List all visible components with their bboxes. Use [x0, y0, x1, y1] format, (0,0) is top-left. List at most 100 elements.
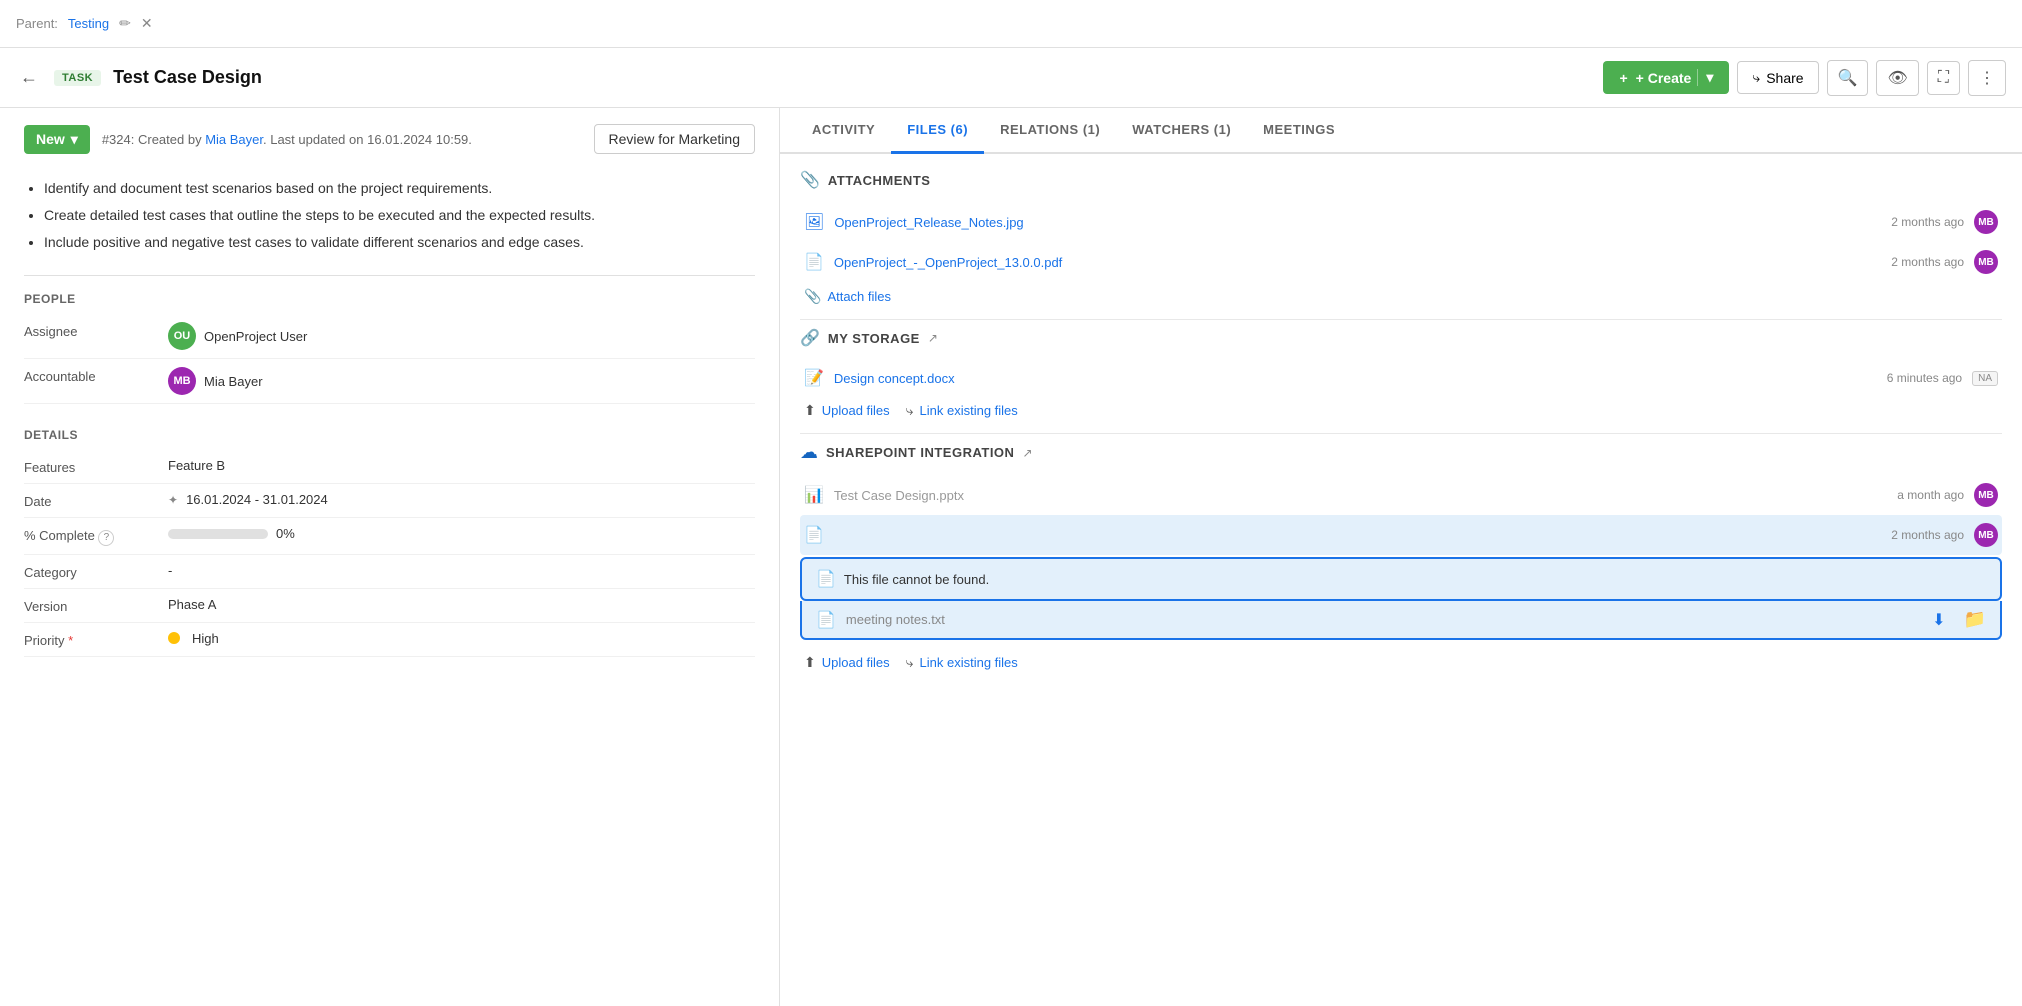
- my-storage-section: 🔗 MY STORAGE ↗ 📝 Design concept.docx 6 m…: [800, 328, 2002, 425]
- task-label: TASK: [54, 70, 101, 86]
- link-existing-icon: ⤷: [906, 402, 914, 419]
- share-button[interactable]: ⤷ Share: [1737, 61, 1818, 94]
- my-storage-ext-link-icon[interactable]: ↗: [928, 331, 938, 345]
- attachments-title: ATTACHMENTS: [828, 173, 931, 188]
- my-storage-upload-label: Upload files: [822, 403, 890, 418]
- sp-link-icon: ⤷: [906, 654, 914, 671]
- folder-open-icon[interactable]: 📁: [1964, 609, 1986, 630]
- my-storage-link-button[interactable]: ⤷ Link existing files: [906, 402, 1018, 419]
- my-storage-actions: ⬆ Upload files ⤷ Link existing files: [800, 396, 2002, 425]
- details-section-title: DETAILS: [24, 412, 755, 450]
- features-row: Features Feature B: [24, 450, 755, 484]
- activity-icon-button[interactable]: 🔍: [1827, 60, 1869, 96]
- create-button[interactable]: + + Create ▾: [1603, 61, 1729, 94]
- attachment-1-name[interactable]: OpenProject_Release_Notes.jpg: [834, 215, 1881, 230]
- date-row: Date ✦ 16.01.2024 - 31.01.2024: [24, 484, 755, 518]
- my-storage-header: 🔗 MY STORAGE ↗: [800, 328, 2002, 348]
- sharepoint-upload-button[interactable]: ⬆ Upload files: [804, 654, 890, 671]
- close-icon[interactable]: ✕: [141, 15, 153, 32]
- accountable-value: MB Mia Bayer: [168, 367, 755, 395]
- accountable-row: Accountable MB Mia Bayer: [24, 359, 755, 404]
- top-bar: Parent: Testing ✏ ✕: [0, 0, 2022, 48]
- date-value: ✦ 16.01.2024 - 31.01.2024: [168, 492, 755, 507]
- tab-watchers[interactable]: WATCHERS (1): [1116, 108, 1247, 154]
- author-link[interactable]: Mia Bayer: [205, 132, 263, 147]
- sharepoint-actions: ⬆ Upload files ⤷ Link existing files: [800, 648, 2002, 677]
- sharepoint-link-label: Link existing files: [920, 655, 1018, 670]
- status-dropdown-icon: ▾: [71, 131, 78, 148]
- status-badge[interactable]: New ▾: [24, 125, 90, 154]
- pdf-file-icon: 📄: [804, 252, 824, 272]
- divider-1: [800, 319, 2002, 320]
- task-title: Test Case Design: [113, 67, 1591, 88]
- task-description: Identify and document test scenarios bas…: [24, 170, 755, 276]
- expand-icon-button[interactable]: ⛶: [1927, 61, 1960, 95]
- assignee-name: OpenProject User: [204, 329, 307, 344]
- download-icon[interactable]: ⬇: [1932, 610, 1945, 630]
- accountable-avatar: MB: [168, 367, 196, 395]
- my-storage-title: MY STORAGE: [828, 331, 920, 346]
- category-row: Category -: [24, 555, 755, 589]
- tab-files[interactable]: FILES (6): [891, 108, 984, 154]
- version-row: Version Phase A: [24, 589, 755, 623]
- attachment-file-2: 📄 OpenProject_-_OpenProject_13.0.0.pdf 2…: [800, 242, 2002, 282]
- sp-upload-icon: ⬆: [804, 654, 816, 671]
- attachment-2-time: 2 months ago: [1891, 255, 1964, 269]
- tab-relations[interactable]: RELATIONS (1): [984, 108, 1116, 154]
- doc-file-icon: 📝: [804, 368, 824, 388]
- sharepoint-ext-link-icon[interactable]: ↗: [1022, 446, 1032, 460]
- sharepoint-file-1-avatar: MB: [1974, 483, 1998, 507]
- txt-file-icon: 📄: [816, 610, 836, 630]
- back-button[interactable]: ←: [16, 63, 42, 92]
- features-value: Feature B: [168, 458, 755, 473]
- cloud-icon: ☁: [800, 442, 818, 463]
- create-dropdown-icon[interactable]: ▾: [1697, 69, 1713, 86]
- description-item-2: Create detailed test cases that outline …: [44, 205, 755, 226]
- error-tooltip-message: This file cannot be found.: [844, 572, 989, 587]
- task-meta: #324: Created by Mia Bayer. Last updated…: [102, 132, 582, 147]
- pptx-file-icon-1: 📊: [804, 485, 824, 505]
- complete-value: 0%: [168, 526, 755, 541]
- parent-link[interactable]: Testing: [68, 16, 109, 31]
- date-icon: ✦: [168, 493, 178, 507]
- review-button[interactable]: Review for Marketing: [594, 124, 756, 154]
- complete-label: % Complete ?: [24, 526, 144, 546]
- error-tooltip: 📄 This file cannot be found.: [800, 557, 2002, 601]
- sharepoint-file-3: 📄 meeting notes.txt ⬇ 📁: [800, 601, 2002, 640]
- attachment-file-1: 🖼 OpenProject_Release_Notes.jpg 2 months…: [800, 202, 2002, 242]
- assignee-row: Assignee OU OpenProject User: [24, 314, 755, 359]
- attachment-1-avatar: MB: [1974, 210, 1998, 234]
- tab-meetings[interactable]: MEETINGS: [1247, 108, 1351, 154]
- attachment-1-time: 2 months ago: [1891, 215, 1964, 229]
- sharepoint-file-3-name[interactable]: meeting notes.txt: [846, 612, 1912, 627]
- attachment-2-name[interactable]: OpenProject_-_OpenProject_13.0.0.pdf: [834, 255, 1881, 270]
- my-storage-file-1-time: 6 minutes ago: [1887, 371, 1962, 385]
- share-label: Share: [1766, 70, 1803, 86]
- status-label: New: [36, 131, 65, 147]
- priority-label: Priority *: [24, 631, 144, 648]
- files-content: 📎 ATTACHMENTS 🖼 OpenProject_Release_Note…: [780, 154, 2022, 693]
- sharepoint-error-row: 📄 2 months ago MB: [800, 515, 2002, 555]
- sharepoint-upload-label: Upload files: [822, 655, 890, 670]
- sharepoint-link-button[interactable]: ⤷ Link existing files: [906, 654, 1018, 671]
- more-options-button[interactable]: ⋮: [1968, 60, 2006, 96]
- left-panel: New ▾ #324: Created by Mia Bayer. Last u…: [0, 108, 780, 1006]
- priority-required: *: [68, 633, 73, 648]
- my-storage-upload-button[interactable]: ⬆ Upload files: [804, 402, 890, 419]
- right-panel: ACTIVITY FILES (6) RELATIONS (1) WATCHER…: [780, 108, 2022, 1006]
- divider-2: [800, 433, 2002, 434]
- header-actions: + + Create ▾ ⤷ Share 🔍 👁 ⛶ ⋮: [1603, 60, 2006, 96]
- sharepoint-file-1-name[interactable]: Test Case Design.pptx: [834, 488, 1887, 503]
- eye-icon-button[interactable]: 👁: [1876, 60, 1918, 96]
- pencil-icon[interactable]: ✏: [119, 15, 131, 32]
- my-storage-file-1-name[interactable]: Design concept.docx: [834, 371, 1877, 386]
- main-layout: New ▾ #324: Created by Mia Bayer. Last u…: [0, 108, 2022, 1006]
- tab-activity[interactable]: ACTIVITY: [796, 108, 891, 154]
- attachment-2-avatar: MB: [1974, 250, 1998, 274]
- attach-label: Attach files: [827, 289, 891, 304]
- create-label: + Create: [1636, 70, 1692, 86]
- attach-files-button[interactable]: 📎 Attach files: [800, 282, 2002, 311]
- help-icon[interactable]: ?: [98, 530, 114, 546]
- category-label: Category: [24, 563, 144, 580]
- parent-label: Parent:: [16, 16, 58, 31]
